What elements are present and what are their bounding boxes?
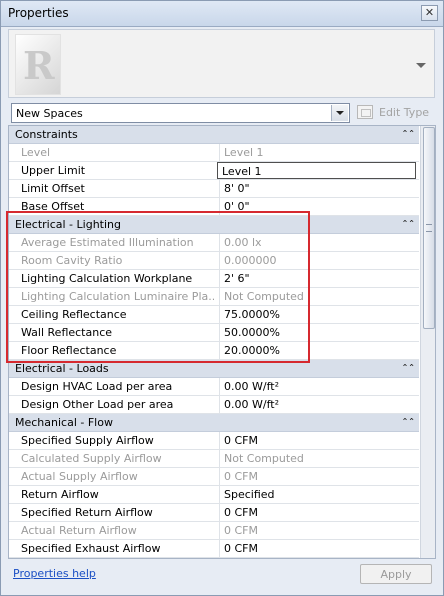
property-row[interactable]: Lighting Calculation Luminaire Pla... Not…: [9, 288, 419, 306]
property-row[interactable]: Ceiling Reflectance 75.0000%: [9, 306, 419, 324]
chevron-down-icon[interactable]: [331, 105, 348, 121]
revit-logo-icon: R: [15, 34, 61, 95]
property-row[interactable]: Specified Exhaust Airflow 0 CFM: [9, 540, 419, 558]
property-value[interactable]: 0.00 W/ft²: [219, 396, 419, 413]
property-name: Design Other Load per area: [21, 398, 174, 411]
category-label: Electrical - Lighting: [15, 218, 121, 231]
property-value[interactable]: 8' 0": [219, 180, 419, 197]
property-value[interactable]: 50.0000%: [219, 324, 419, 341]
property-row[interactable]: Return Airflow Specified: [9, 486, 419, 504]
property-name: Upper Limit: [21, 164, 86, 177]
category-label: Constraints: [15, 128, 78, 141]
property-name: Wall Reflectance: [21, 326, 113, 339]
property-row[interactable]: Base Offset 0' 0": [9, 198, 419, 216]
property-value[interactable]: 2' 6": [219, 270, 419, 287]
property-name: Calculated Supply Airflow: [21, 452, 162, 465]
category-label: Electrical - Loads: [15, 362, 109, 375]
property-value: 0.000000: [219, 252, 419, 269]
property-value[interactable]: 0 CFM: [219, 540, 419, 557]
type-preview: R: [8, 29, 435, 98]
properties-grid[interactable]: Constraints ⌃⌃ Level Level 1 Upper Limit Leve…: [8, 125, 436, 559]
edit-type-label: Edit Type: [379, 106, 430, 119]
property-name: Level: [21, 146, 51, 159]
property-row[interactable]: Floor Reflectance 20.0000%: [9, 342, 419, 360]
property-name: Average Estimated Illumination: [21, 236, 194, 249]
collapse-icon[interactable]: ⌃⌃: [402, 219, 415, 228]
properties-help-link[interactable]: Properties help: [13, 567, 96, 580]
property-value: 0.00 lx: [219, 234, 419, 251]
property-name: Ceiling Reflectance: [21, 308, 127, 321]
property-row[interactable]: Specified Return Airflow 0 CFM: [9, 504, 419, 522]
property-row[interactable]: Level Level 1: [9, 144, 419, 162]
property-row[interactable]: Calculated Supply Airflow Not Computed: [9, 450, 419, 468]
title-bar[interactable]: Properties ✕: [1, 1, 443, 27]
property-row[interactable]: Actual Supply Airflow 0 CFM: [9, 468, 419, 486]
property-name: Lighting Calculation Workplane: [21, 272, 193, 285]
property-name: Specified Return Airflow: [21, 506, 153, 519]
collapse-icon[interactable]: ⌃⌃: [402, 129, 415, 138]
property-value[interactable]: 0 CFM: [219, 432, 419, 449]
properties-window: Properties ✕ R New Spaces Edit Type Cons…: [0, 0, 444, 596]
type-selector[interactable]: New Spaces: [11, 103, 350, 123]
category-header[interactable]: Electrical - Lighting ⌃⌃: [9, 216, 419, 234]
property-row[interactable]: Average Estimated Illumination 0.00 lx: [9, 234, 419, 252]
category-header[interactable]: Constraints ⌃⌃: [9, 126, 419, 144]
close-button[interactable]: ✕: [421, 5, 438, 21]
category-header[interactable]: Mechanical - Flow ⌃⌃: [9, 414, 419, 432]
property-row[interactable]: Limit Offset 8' 0": [9, 180, 419, 198]
property-value: Not Computed: [219, 450, 419, 467]
category-header[interactable]: Electrical - Loads ⌃⌃: [9, 360, 419, 378]
scrollbar-grip-icon: [426, 224, 432, 232]
property-row[interactable]: Actual Return Airflow 0 CFM: [9, 522, 419, 540]
property-row[interactable]: Design HVAC Load per area 0.00 W/ft²: [9, 378, 419, 396]
property-row[interactable]: Upper Limit Level 1: [9, 162, 419, 180]
property-value: 0 CFM: [219, 468, 419, 485]
close-icon: ✕: [424, 6, 435, 19]
property-value[interactable]: 20.0000%: [219, 342, 419, 359]
collapse-icon[interactable]: ⌃⌃: [402, 363, 415, 372]
property-name: Actual Return Airflow: [21, 524, 137, 537]
property-value[interactable]: Level 1: [217, 162, 416, 179]
property-row[interactable]: Specified Supply Airflow 0 CFM: [9, 432, 419, 450]
edit-type-icon: [357, 105, 373, 119]
property-name: Design HVAC Load per area: [21, 380, 173, 393]
property-name: Base Offset: [21, 200, 85, 213]
scrollbar-thumb[interactable]: [423, 127, 435, 329]
preview-dropdown-arrow-icon[interactable]: [416, 63, 426, 68]
apply-button[interactable]: Apply: [360, 564, 432, 584]
property-value[interactable]: 0' 0": [219, 198, 419, 215]
property-row[interactable]: Room Cavity Ratio 0.000000: [9, 252, 419, 270]
property-value[interactable]: 75.0000%: [219, 306, 419, 323]
type-selector-value: New Spaces: [16, 107, 83, 120]
collapse-icon[interactable]: ⌃⌃: [402, 417, 415, 426]
vertical-scrollbar[interactable]: [420, 126, 435, 558]
category-label: Mechanical - Flow: [15, 416, 113, 429]
property-name: Specified Supply Airflow: [21, 434, 154, 447]
property-name: Specified Exhaust Airflow: [21, 542, 161, 555]
property-value[interactable]: 0.00 W/ft²: [219, 378, 419, 395]
property-name: Actual Supply Airflow: [21, 470, 138, 483]
property-name: Floor Reflectance: [21, 344, 117, 357]
property-name: Lighting Calculation Luminaire Pla...: [21, 290, 214, 303]
property-name: Limit Offset: [21, 182, 85, 195]
property-value: Not Computed: [219, 288, 419, 305]
property-row[interactable]: Design Other Load per area 0.00 W/ft²: [9, 396, 419, 414]
property-value: 0 CFM: [219, 522, 419, 539]
property-value[interactable]: 0 CFM: [219, 504, 419, 521]
property-rows: Constraints ⌃⌃ Level Level 1 Upper Limit Leve…: [9, 126, 419, 558]
property-row[interactable]: Wall Reflectance 50.0000%: [9, 324, 419, 342]
property-name: Room Cavity Ratio: [21, 254, 123, 267]
property-row[interactable]: Lighting Calculation Workplane 2' 6": [9, 270, 419, 288]
window-title: Properties: [8, 6, 69, 20]
property-value[interactable]: Specified: [219, 486, 419, 503]
property-value: Level 1: [219, 144, 419, 161]
edit-type-button[interactable]: Edit Type: [357, 104, 435, 122]
property-name: Return Airflow: [21, 488, 99, 501]
